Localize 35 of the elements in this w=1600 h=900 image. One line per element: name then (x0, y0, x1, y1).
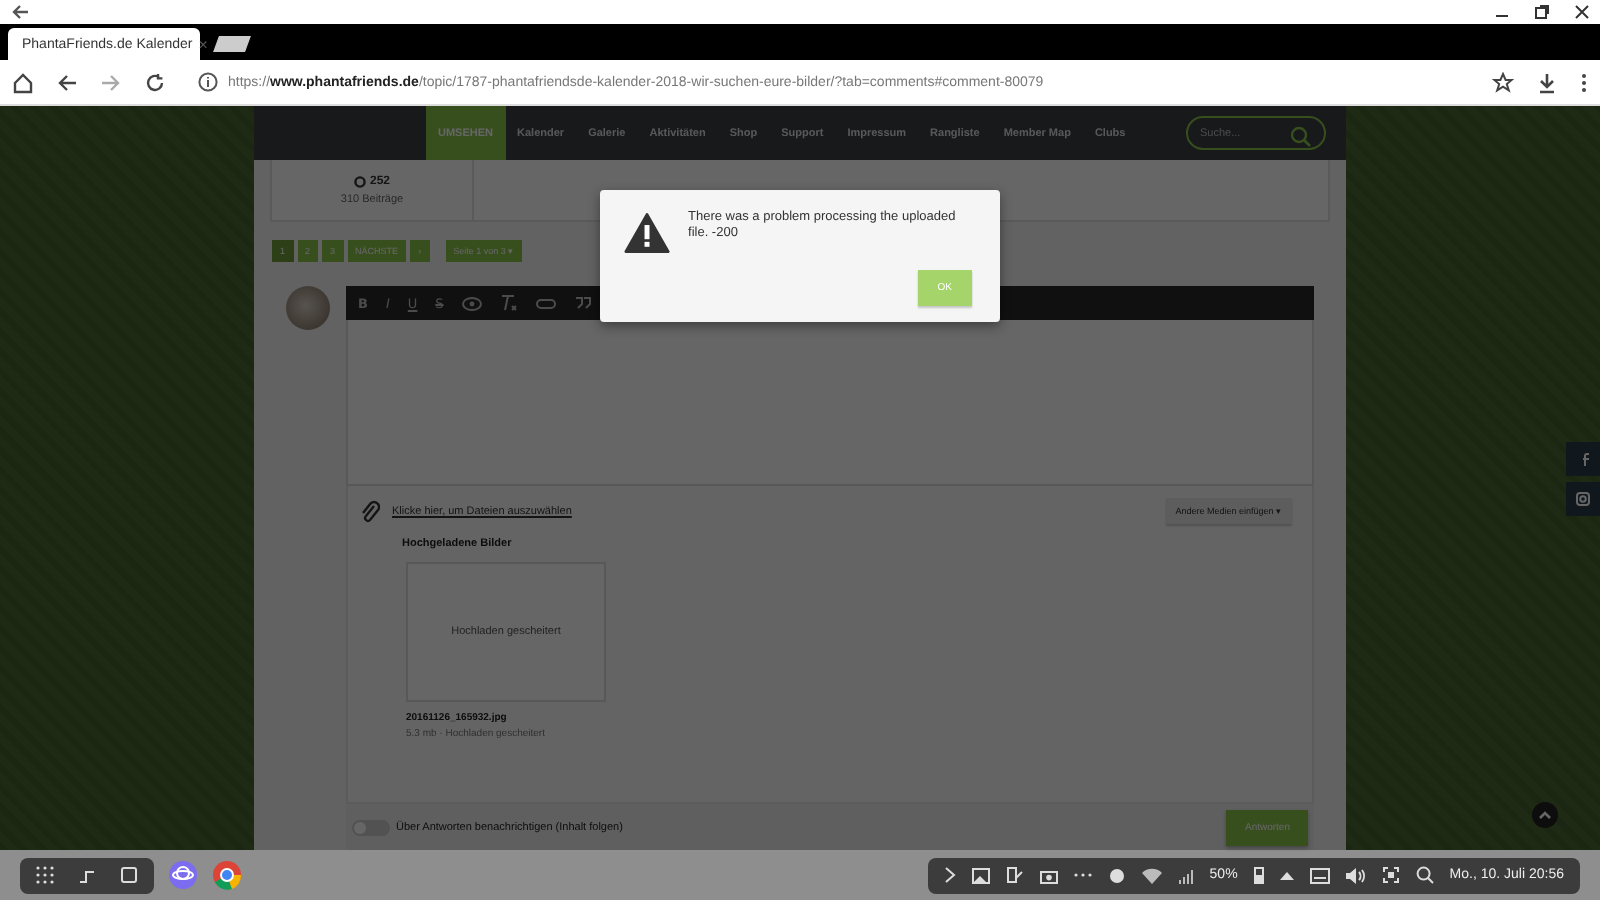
browser-app-icon[interactable] (212, 860, 242, 890)
caret-up-icon[interactable] (1279, 870, 1294, 880)
reload-icon[interactable] (144, 71, 166, 93)
avatar (286, 286, 330, 330)
fullscreen-icon[interactable] (1381, 866, 1400, 884)
signal-icon[interactable] (1177, 867, 1194, 883)
reputation-icon (353, 175, 366, 187)
new-tab-button[interactable] (213, 36, 251, 52)
back-arrow-icon[interactable] (56, 71, 78, 93)
home-icon[interactable] (12, 71, 34, 93)
chevron-icon[interactable] (943, 866, 956, 884)
search-icon[interactable] (1415, 866, 1434, 884)
app-grid-icon[interactable] (36, 866, 54, 884)
keyboard-icon[interactable] (1309, 867, 1330, 883)
menu-icon[interactable] (1580, 71, 1588, 93)
speaker-icon[interactable] (1345, 867, 1366, 883)
download-icon[interactable] (1536, 71, 1558, 93)
planet-app-icon[interactable] (168, 860, 198, 890)
info-icon (198, 72, 218, 92)
paperclip-icon (360, 499, 380, 523)
restore-icon[interactable] (1534, 4, 1550, 20)
window-icon[interactable] (120, 866, 138, 884)
scroll-top-icon[interactable] (1532, 802, 1558, 828)
tab-close-button[interactable]: × (198, 35, 208, 53)
warning-icon (624, 210, 671, 256)
more-icon[interactable] (1073, 872, 1092, 878)
facebook-icon[interactable] (1566, 442, 1600, 476)
battery-icon[interactable] (1253, 866, 1264, 884)
star-icon[interactable] (1492, 71, 1514, 93)
camera-icon[interactable] (1039, 867, 1058, 883)
image-icon[interactable] (971, 867, 990, 883)
recent-apps-icon[interactable] (78, 866, 96, 884)
close-icon[interactable] (1574, 4, 1590, 20)
back-arrow-icon[interactable] (10, 2, 30, 22)
wifi-icon[interactable] (1141, 867, 1162, 883)
